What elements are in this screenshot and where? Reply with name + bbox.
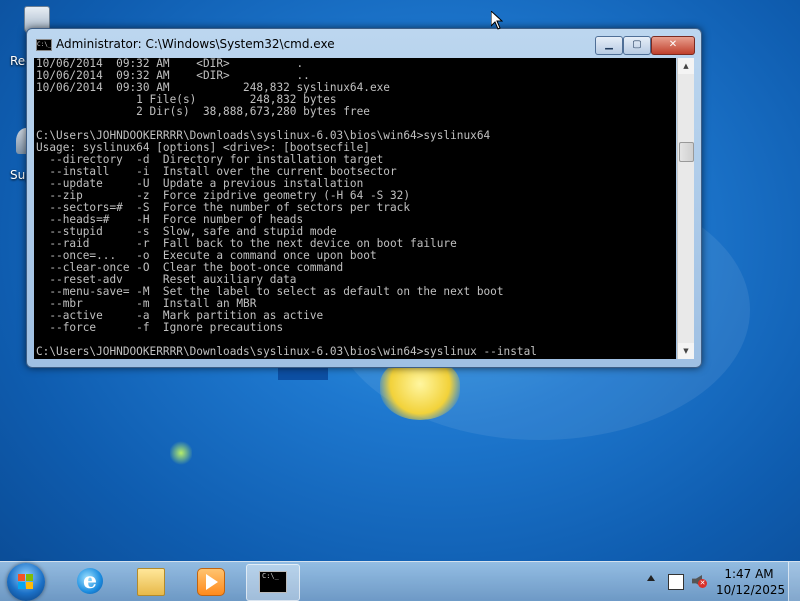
maximize-button[interactable]: ▢ (623, 36, 651, 55)
start-button[interactable] (7, 563, 45, 601)
window-title: Administrator: C:\Windows\System32\cmd.e… (56, 37, 335, 51)
wallpaper-logo-green (170, 440, 192, 466)
scroll-down-arrow-icon[interactable]: ▼ (678, 343, 694, 359)
media-player-icon (197, 568, 225, 596)
console-text: 10/06/2014 09:32 AM <DIR> . 10/06/2014 0… (36, 58, 537, 358)
vertical-scrollbar[interactable]: ▲ ▼ (677, 58, 694, 359)
console-output[interactable]: 10/06/2014 09:32 AM <DIR> . 10/06/2014 0… (34, 58, 676, 359)
cmd-window[interactable]: C:\_ Administrator: C:\Windows\System32\… (26, 28, 702, 368)
show-desktop-button[interactable] (788, 562, 800, 601)
minimize-button[interactable]: ▁ (595, 36, 623, 55)
taskbar-windows-explorer[interactable] (124, 564, 176, 599)
system-clock[interactable]: 1:47 AM 10/12/2025 (716, 566, 786, 598)
wallpaper-logo-yellow (380, 360, 460, 420)
clock-time: 1:47 AM (724, 567, 774, 581)
cmd-icon: C:\_ (36, 39, 52, 51)
close-button[interactable]: ✕ (651, 36, 695, 55)
taskbar-internet-explorer[interactable]: e (64, 564, 116, 599)
clock-date: 10/12/2025 (716, 583, 786, 597)
internet-explorer-icon: e (77, 568, 103, 594)
scroll-up-arrow-icon[interactable]: ▲ (678, 58, 694, 74)
windows-logo-icon (18, 574, 33, 589)
window-titlebar[interactable]: C:\_ Administrator: C:\Windows\System32\… (27, 29, 701, 57)
network-icon[interactable] (668, 574, 684, 590)
taskbar: e C:\_ ✕ 1:47 AM 10/12/2025 (0, 561, 800, 601)
cmd-icon: C:\_ (259, 571, 287, 593)
taskbar-media-player[interactable] (184, 564, 236, 599)
volume-muted-icon: ✕ (698, 579, 707, 588)
scrollbar-thumb[interactable] (679, 142, 694, 162)
show-hidden-icons-icon[interactable] (647, 575, 655, 581)
taskbar-command-prompt[interactable]: C:\_ (246, 564, 300, 601)
folder-icon (137, 568, 165, 596)
